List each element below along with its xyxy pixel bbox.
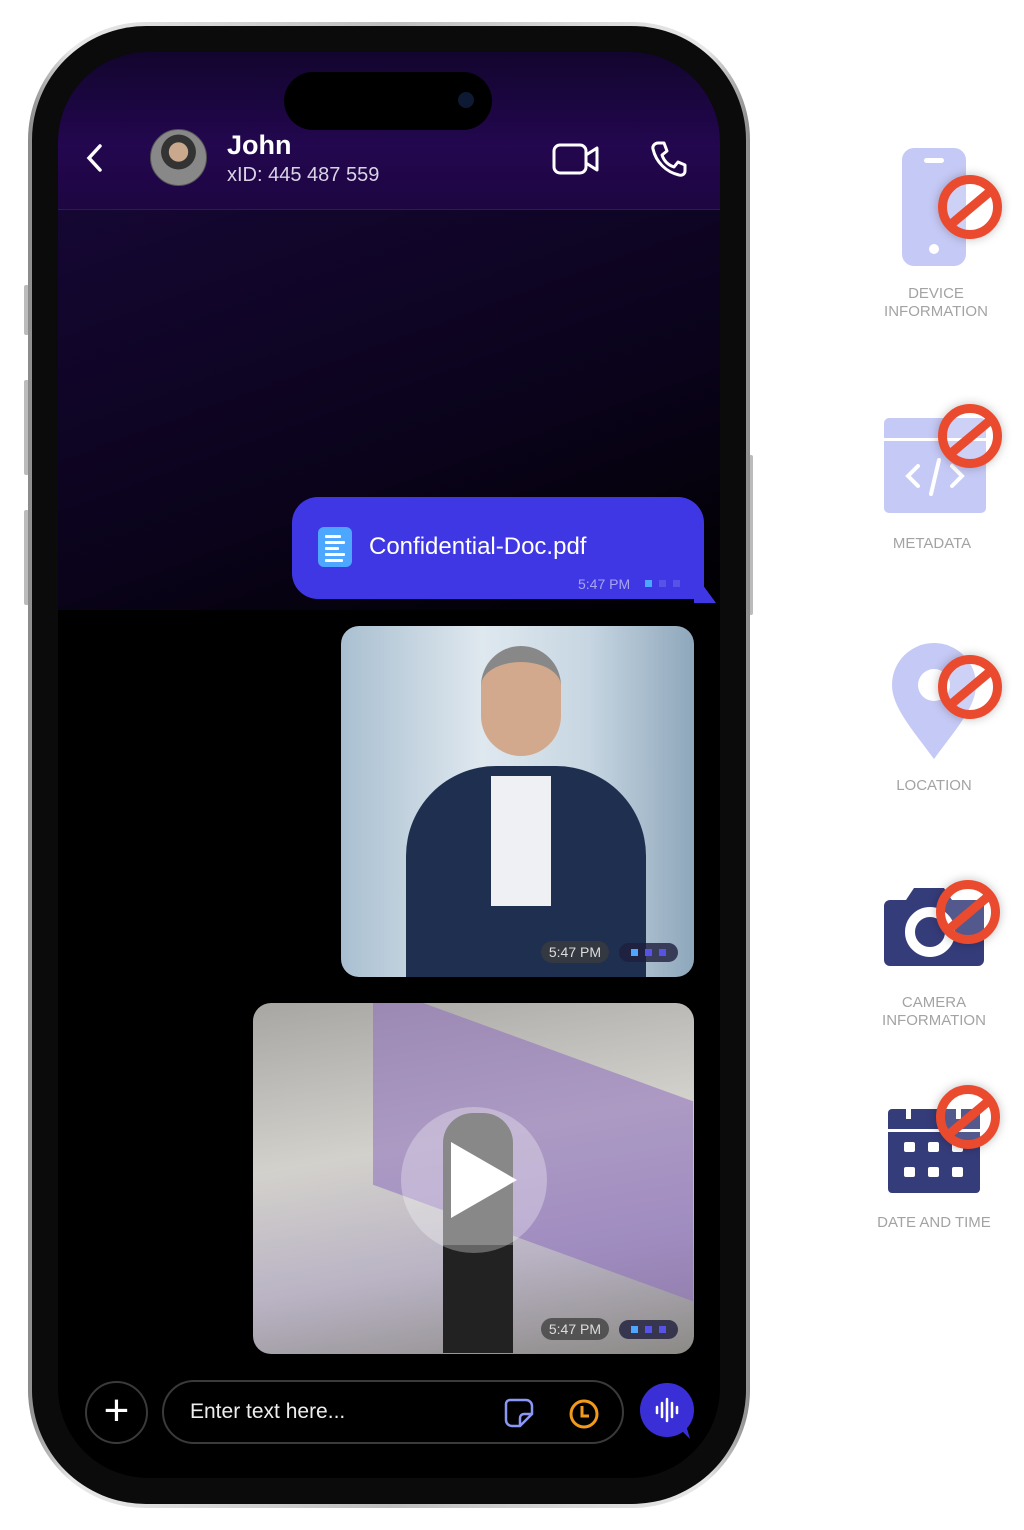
message-time: 5:47 PM xyxy=(540,1318,609,1340)
message-time: 5:47 PM xyxy=(540,941,609,963)
blocked-icon xyxy=(936,880,1000,944)
play-icon[interactable] xyxy=(401,1107,547,1253)
contact-id: xID: 445 487 559 xyxy=(227,164,380,186)
feature-label: LOCATION xyxy=(896,777,972,794)
read-status-icon xyxy=(619,942,678,962)
blocked-icon xyxy=(938,175,1002,239)
feature-label: CAMERA INFORMATION xyxy=(882,994,986,1029)
feature-label: DATE AND TIME xyxy=(877,1214,991,1231)
blocked-icon xyxy=(938,404,1002,468)
read-status-icon xyxy=(619,1319,678,1339)
document-icon xyxy=(318,527,352,567)
video-message[interactable]: 5:47 PM xyxy=(253,1003,694,1354)
feature-label: DEVICE INFORMATION xyxy=(884,285,988,320)
message-time: 5:47 PM xyxy=(578,576,631,592)
read-status-icon xyxy=(645,580,680,587)
timer-icon[interactable] xyxy=(568,1398,600,1430)
phone-frame: John xID: 445 487 559 Confidential-Doc.p… xyxy=(28,22,750,1508)
chat-screen: John xID: 445 487 559 Confidential-Doc.p… xyxy=(58,52,720,1478)
image-message[interactable]: 5:47 PM xyxy=(341,626,694,977)
video-call-icon[interactable] xyxy=(552,142,600,176)
file-message-bubble[interactable]: Confidential-Doc.pdf 5:47 PM xyxy=(292,497,716,603)
contact-name: John xyxy=(227,130,292,160)
blocked-icon xyxy=(936,1085,1000,1149)
back-icon[interactable] xyxy=(82,140,108,176)
message-input-container xyxy=(162,1380,624,1444)
dynamic-island xyxy=(284,72,492,130)
message-input[interactable] xyxy=(190,1396,480,1428)
voice-message-button[interactable] xyxy=(640,1383,694,1439)
file-name: Confidential-Doc.pdf xyxy=(369,533,587,560)
avatar[interactable] xyxy=(150,129,207,186)
add-attachment-button[interactable]: + xyxy=(85,1381,148,1444)
sticker-icon[interactable] xyxy=(504,1398,534,1428)
phone-call-icon[interactable] xyxy=(650,140,688,178)
blocked-icon xyxy=(938,655,1002,719)
feature-label: METADATA xyxy=(892,535,972,552)
